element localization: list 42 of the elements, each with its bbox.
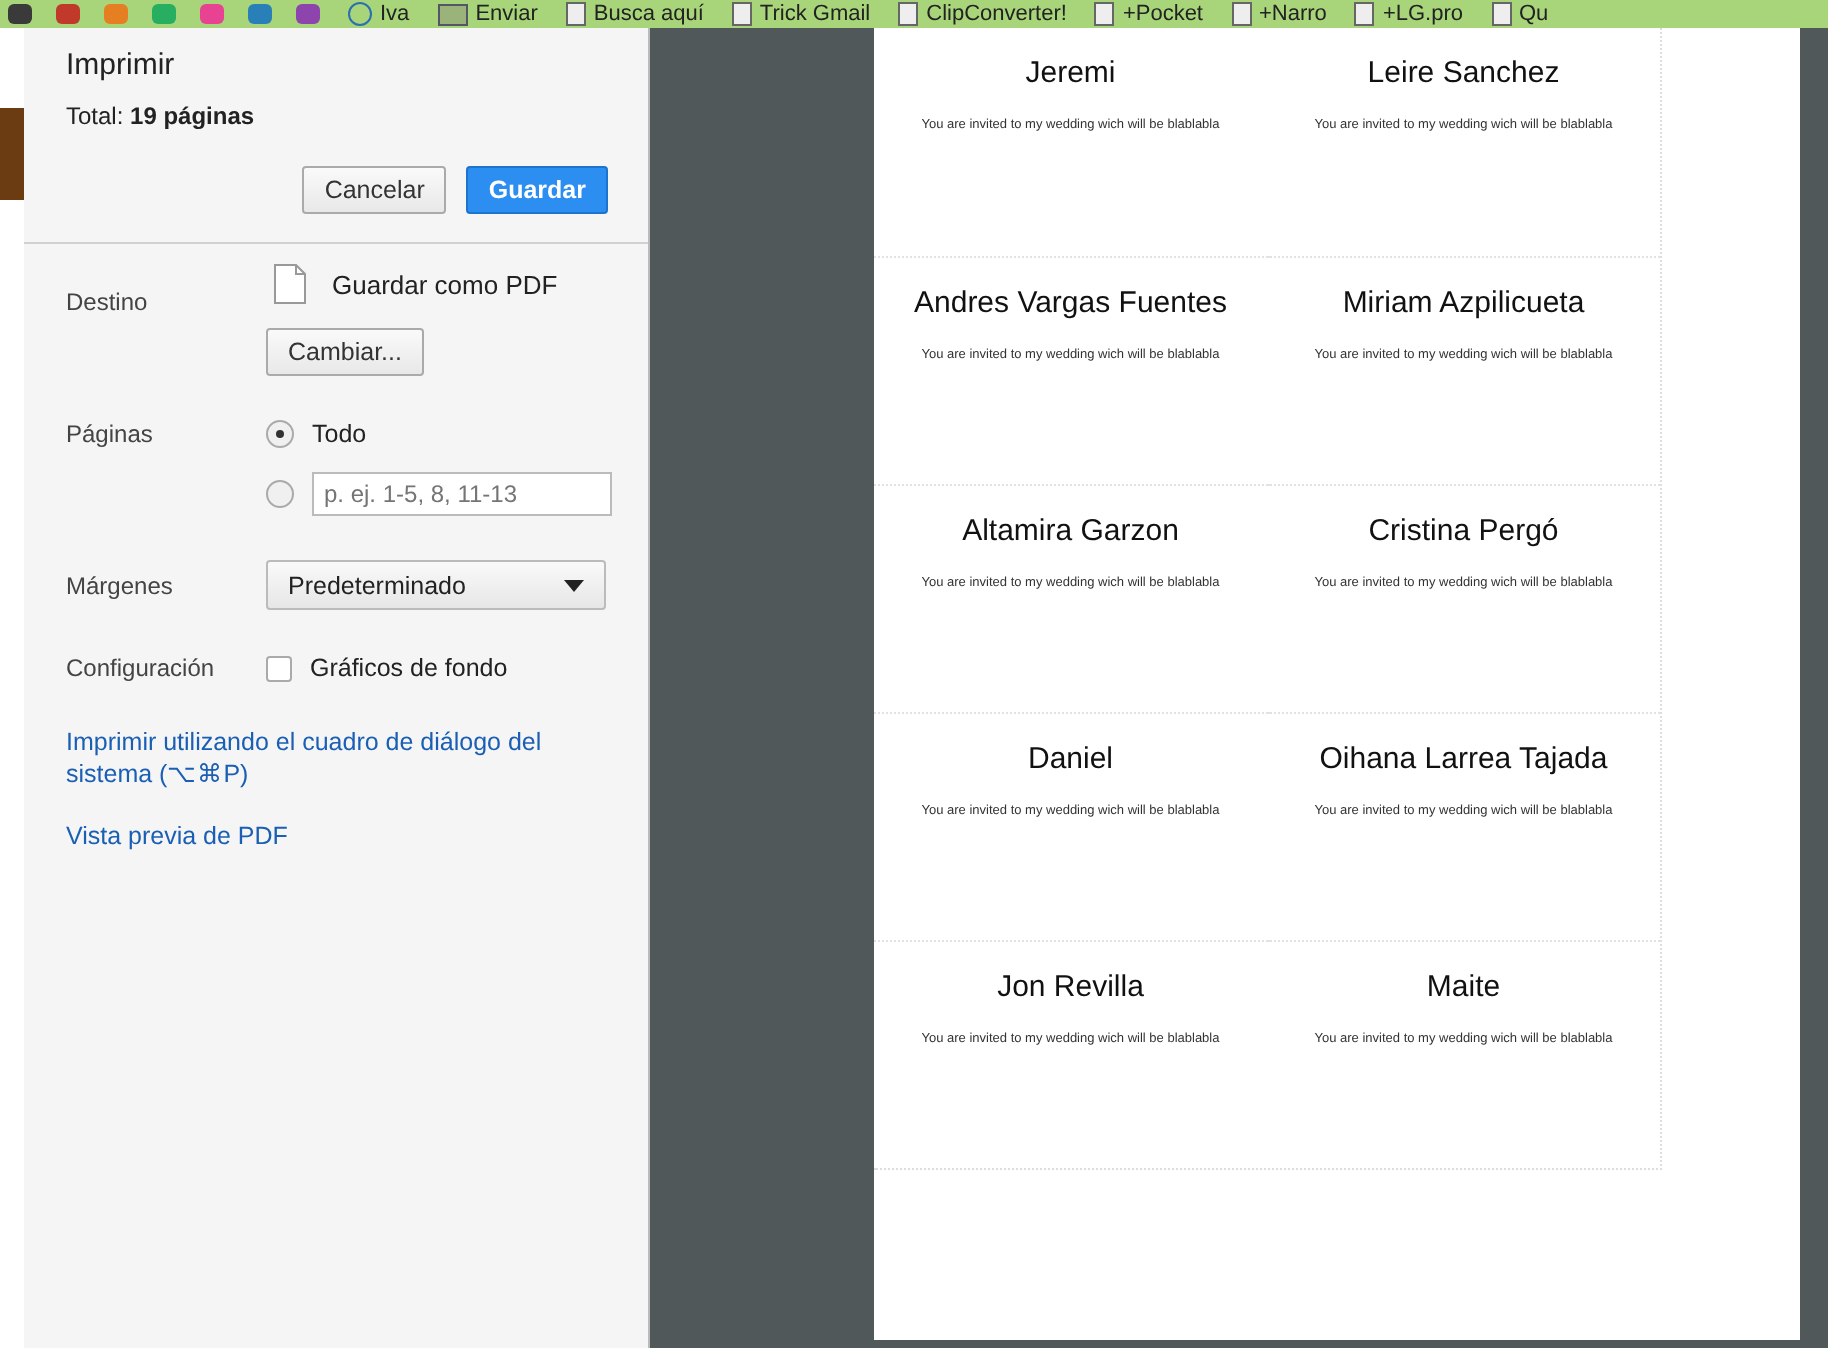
bookmark-link[interactable]: +Pocket: [1094, 2, 1203, 26]
margins-dropdown[interactable]: Predeterminado: [266, 560, 606, 610]
caret-icon: [564, 579, 584, 591]
bookmark-link[interactable]: Trick Gmail: [731, 2, 871, 26]
setting-label: Destino: [66, 286, 150, 320]
link[interactable]: Vista previa de PDF: [66, 820, 608, 852]
link[interactable]: Imprimir utilizando el cuadro de diálogo del sistema (⌥⌘P): [66, 726, 608, 790]
extension-icon[interactable]: [8, 4, 32, 24]
setting-label: Páginas: [66, 420, 155, 452]
bookmark-link[interactable]: Enviar: [437, 2, 538, 26]
guest-name: Andres Vargas Fuentes: [914, 286, 1227, 320]
checkbox-label: Gráficos de fondo: [310, 654, 508, 682]
checkbox[interactable]: [266, 655, 292, 681]
extension-icon[interactable]: [296, 4, 320, 24]
bookmark-link[interactable]: Busca aquí: [565, 2, 704, 26]
cancel-button[interactable]: Cancelar: [302, 166, 447, 214]
change-button[interactable]: Cambiar...: [266, 328, 424, 376]
guest-name: Jeremi: [1025, 56, 1116, 90]
dialog-title: Imprimir: [66, 48, 177, 82]
setting-label: Configuración: [66, 654, 217, 682]
guest-name: Jon Revilla: [997, 970, 1144, 1004]
guest-name: Maite: [1426, 970, 1501, 1004]
guest-name: Miriam Azpilicueta: [1342, 286, 1585, 320]
guest-name: Cristina Pergó: [1368, 514, 1559, 548]
bookmark-link[interactable]: +LG.pro: [1354, 2, 1463, 26]
radio-label: Todo: [312, 420, 367, 448]
radio-button[interactable]: [266, 420, 294, 448]
radio-button[interactable]: [266, 480, 294, 508]
page-range-field[interactable]: p. ej. 1-5, 8, 11-13: [312, 472, 612, 516]
page-total: Total: 19 páginas: [66, 102, 257, 130]
setting-label: Márgenes: [66, 571, 175, 599]
bookmark-link[interactable]: Qu: [1491, 2, 1549, 26]
bookmark-link[interactable]: +Narro: [1231, 2, 1327, 26]
destination-name: Guardar como PDF: [332, 269, 558, 299]
bookmark-link[interactable]: ClipConverter!: [898, 2, 1067, 26]
guest-name: Oihana Larrea Tajada: [1319, 742, 1608, 776]
extension-icon[interactable]: [56, 4, 80, 24]
guest-name: Altamira Garzon: [962, 514, 1179, 548]
bookmark-link[interactable]: Iva: [348, 2, 410, 26]
guest-name: Leire Sanchez: [1367, 56, 1560, 90]
document-icon: [274, 264, 306, 304]
guest-name: Daniel: [1027, 742, 1114, 776]
